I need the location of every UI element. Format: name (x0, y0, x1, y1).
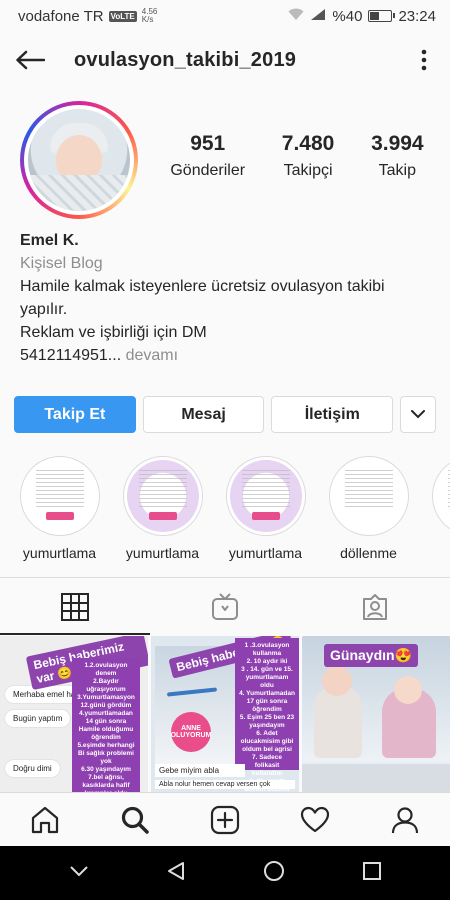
add-post-icon (210, 805, 240, 834)
bottom-navigation (0, 792, 450, 846)
post-chat-text: Doğru dimi (5, 760, 60, 777)
square-recents-icon (362, 861, 381, 880)
highlight-label: döllenme (340, 545, 397, 561)
stat-followers[interactable]: 7.480 Takipçi (282, 132, 335, 180)
post-text: 1 .3.ovulasyon kullanma 2. 10 aydır iki … (235, 638, 299, 792)
status-bar: vodafone TR VoLTE 4.56 K/s %40 23:24 (0, 0, 450, 32)
wifi-icon (288, 8, 304, 25)
highlight-item[interactable]: fo (420, 456, 450, 566)
bio-line: 5412114951... devamı (20, 344, 440, 367)
highlight-label: yumurtlama (22, 545, 97, 561)
volte-badge: VoLTE (108, 10, 137, 22)
nav-home[interactable] (0, 793, 90, 846)
back-arrow-icon (16, 50, 45, 70)
following-label: Takip (378, 162, 417, 179)
tagged-icon (363, 593, 387, 620)
system-down-button[interactable] (69, 864, 89, 882)
follow-button[interactable]: Takip Et (14, 396, 136, 433)
profile-icon (391, 806, 419, 833)
contact-button[interactable]: İletişim (271, 396, 394, 433)
story-highlights: yumurtlama yumurtlama yumurtlama döllenm… (0, 456, 450, 566)
system-back-button[interactable] (166, 861, 186, 886)
home-icon (31, 806, 59, 833)
heart-icon (300, 806, 330, 832)
bio-line: Hamile kalmak isteyenlere ücretsiz ovula… (20, 278, 385, 295)
kebab-menu-icon (421, 49, 427, 71)
followers-count: 7.480 (281, 132, 335, 155)
profile-header: ovulasyon_takibi_2019 (0, 36, 450, 84)
suggested-dropdown-button[interactable] (400, 396, 437, 433)
clock: 23:24 (398, 7, 436, 25)
grid-icon (61, 592, 89, 621)
nav-profile[interactable] (360, 793, 450, 846)
tab-tagged[interactable] (300, 578, 450, 635)
profile-actions: Takip Et Mesaj İletişim (14, 396, 437, 433)
search-icon (121, 806, 149, 834)
nav-activity[interactable] (270, 793, 360, 846)
chevron-down-icon (411, 410, 426, 419)
bio-line: yapılır. (20, 301, 68, 318)
followers-label: Takipçi (283, 162, 333, 179)
profile-username: ovulasyon_takibi_2019 (74, 48, 297, 71)
highlight-label: yumurtlama (125, 545, 200, 561)
igtv-icon (212, 592, 238, 620)
profile-name: Emel K. (20, 232, 79, 249)
nav-new-post[interactable] (180, 793, 270, 846)
highlight-item[interactable]: döllenme (317, 456, 420, 566)
profile-avatar[interactable] (20, 101, 138, 219)
circle-home-icon (263, 860, 284, 881)
post-thumbnail[interactable]: Günaydın😍 (302, 636, 450, 792)
message-button[interactable]: Mesaj (142, 396, 265, 433)
stat-posts[interactable]: 951 Gönderiler (170, 132, 245, 180)
system-navigation-bar (0, 846, 450, 900)
profile-category: Kişisel Blog (20, 255, 103, 272)
post-caption: Gebe miyim abla (155, 764, 245, 777)
highlight-item[interactable]: yumurtlama (111, 456, 214, 566)
posts-count: 951 (190, 132, 226, 155)
system-recents-button[interactable] (362, 861, 382, 886)
more-options-button[interactable] (412, 44, 436, 76)
posts-label: Gönderiler (170, 162, 246, 179)
system-home-button[interactable] (263, 860, 285, 887)
profile-stats: 951 Gönderiler 7.480 Takipçi 3.994 Takip (152, 132, 442, 180)
post-chat-text: Bugün yaptım (5, 710, 71, 727)
profile-tabs (0, 577, 450, 635)
stat-following[interactable]: 3.994 Takip (371, 132, 424, 180)
following-count: 3.994 (371, 132, 424, 155)
tab-grid[interactable] (0, 578, 150, 635)
post-banner: Günaydın😍 (324, 644, 418, 667)
bio-line: Reklam ve işbirliği için DM (20, 324, 207, 341)
post-thumbnail[interactable]: ANNE OLUYORUM Bebiş haberi var 😊 1 .3.ov… (151, 636, 299, 792)
battery-icon (368, 10, 396, 22)
highlight-item[interactable]: yumurtlama (8, 456, 111, 566)
profile-bio: Emel K. Kişisel Blog Hamile kalmak istey… (20, 229, 440, 367)
net-speed: 4.56 K/s (141, 7, 158, 24)
highlight-label: yumurtlama (228, 545, 303, 561)
post-caption: Abla nolur hemen cevap versen çok (155, 780, 295, 789)
carrier-label: vodafone TR (18, 7, 104, 25)
tab-igtv[interactable] (150, 578, 300, 635)
triangle-back-icon (167, 861, 184, 880)
chevron-down-icon (69, 866, 88, 877)
post-badge: ANNE OLUYORUM (171, 712, 211, 752)
highlight-item[interactable]: yumurtlama (214, 456, 317, 566)
bio-more-link[interactable]: devamı (126, 347, 178, 364)
signal-icon (310, 8, 326, 25)
posts-grid: Merhaba emel han Bugün yaptım Doğru dimi… (0, 636, 450, 792)
battery-percent: %40 (332, 7, 363, 25)
nav-search[interactable] (90, 793, 180, 846)
post-thumbnail[interactable]: Merhaba emel han Bugün yaptım Doğru dimi… (0, 636, 148, 792)
post-text: 1.2.ovulasyon denem 2.Baydır uğraşıyorum… (72, 658, 140, 792)
back-button[interactable] (14, 44, 46, 76)
avatar-photo (28, 109, 130, 211)
bio-phone: 5412114951... (20, 347, 122, 364)
